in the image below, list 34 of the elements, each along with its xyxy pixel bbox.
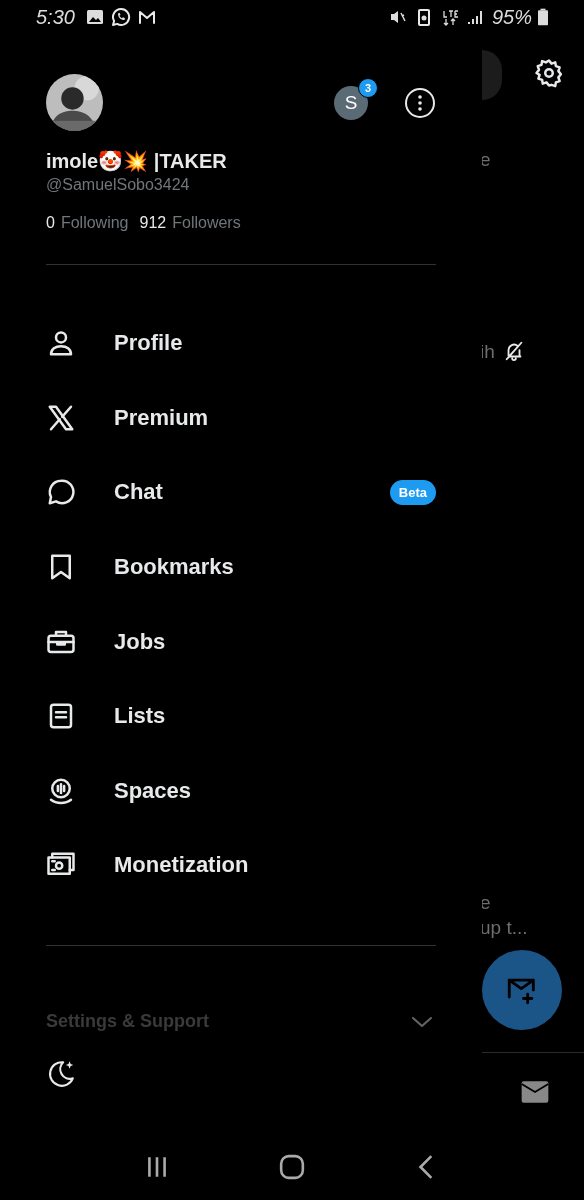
menu-label: Chat <box>114 479 163 506</box>
beta-badge: Beta <box>389 480 436 505</box>
followers-count[interactable]: 912 <box>139 214 167 232</box>
battery-percent: 95% <box>491 5 532 29</box>
battery-icon <box>538 8 548 26</box>
display-name[interactable]: imole🤡💥 |TAKER <box>46 149 436 173</box>
following-count[interactable]: 0 <box>46 214 55 232</box>
menu-label: Spaces <box>114 777 192 804</box>
menu-label: Jobs <box>114 628 166 655</box>
following-label[interactable]: Following <box>60 214 129 232</box>
menu-item[interactable]: Premium <box>46 380 436 456</box>
menu-label: Bookmarks <box>114 554 234 581</box>
home-icon[interactable] <box>279 1154 305 1180</box>
image-icon <box>84 7 105 27</box>
phone-bubble-icon <box>110 7 131 27</box>
followers-label[interactable]: Followers <box>172 214 241 232</box>
menu-label: Monetization <box>114 852 249 879</box>
clock-time: 5:30 <box>36 5 75 29</box>
more-options-icon[interactable] <box>404 86 436 119</box>
user-handle: @SamuelSobo3424 <box>46 176 191 194</box>
menu-item[interactable]: Spaces <box>46 753 436 829</box>
menu-item[interactable]: Bookmarks <box>46 529 436 605</box>
gear-icon[interactable] <box>534 58 564 88</box>
menu-item[interactable]: Chat Beta <box>46 455 436 530</box>
section-label: Settings & Support <box>46 1011 209 1033</box>
menu-item[interactable]: Profile <box>46 306 436 381</box>
menu-item[interactable]: Monetization <box>46 828 436 903</box>
menu-label: Profile <box>114 330 183 357</box>
notification-badge: 3 <box>358 77 378 98</box>
menu-item[interactable]: Jobs <box>46 604 436 679</box>
menu-item[interactable]: Lists <box>46 678 436 754</box>
menu-label: Premium <box>114 404 209 431</box>
menu-label: Lists <box>114 703 166 730</box>
bell-off-icon <box>503 340 525 362</box>
